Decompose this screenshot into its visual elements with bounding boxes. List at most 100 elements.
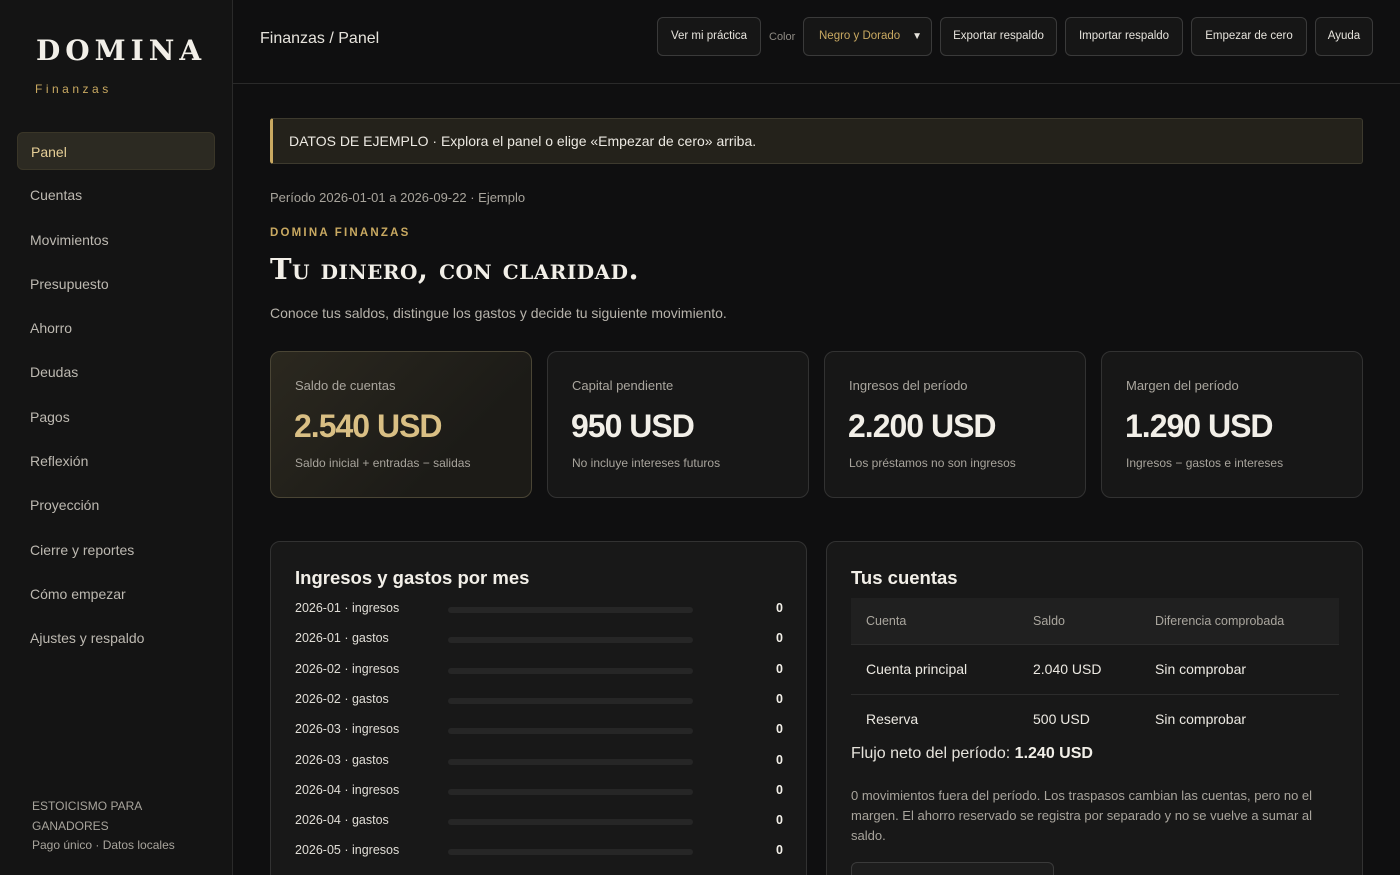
sidebar-item-reflexion[interactable]: Reflexión [17,442,215,480]
monthly-row-label: 2026-04 · gastos [295,813,389,828]
monthly-row-track [448,697,693,704]
brand-logo: DOMINA [36,34,207,67]
cell-status: Sin comprobar [1140,693,1339,744]
monthly-row-label: 2026-03 · ingresos [295,722,400,737]
monthly-row-track [448,849,693,856]
cell-balance: 500 USD [1018,693,1140,744]
monthly-row-track [448,637,693,644]
col-header-saldo: Saldo [1018,598,1140,644]
color-select[interactable]: Negro y Dorado ▼ [803,17,932,56]
accounts-panel: Tus cuentas Cuenta Saldo Diferencia comp… [826,541,1363,875]
cell-status: Sin comprobar [1140,643,1339,694]
monthly-row-track [448,667,693,674]
monthly-row: 2026-01 · ingresos 0 [295,599,783,619]
brand-subtitle: Finanzas [35,82,112,96]
breadcrumb: Finanzas / Panel [260,30,380,47]
monthly-row-value: 0 [776,722,783,737]
stat-label: Saldo de cuentas [295,378,396,393]
monthly-row-track [448,728,693,735]
stat-hint: Ingresos − gastos e intereses [1126,456,1284,470]
sidebar-item-cuentas[interactable]: Cuentas [17,176,215,214]
monthly-row: 2026-03 · ingresos 0 [295,720,783,740]
stat-label: Capital pendiente [572,378,674,393]
sidebar-item-como-empezar[interactable]: Cómo empezar [17,575,215,613]
table-header-row: Cuenta Saldo Diferencia comprobada [851,598,1339,644]
accounts-title: Tus cuentas [851,567,958,588]
period-text: Período 2026-01-01 a 2026-09-22 · Ejempl… [270,190,526,205]
sidebar-item-proyeccion[interactable]: Proyección [17,486,215,524]
reset-button[interactable]: Empezar de cero [1191,17,1307,56]
sidebar-item-deudas[interactable]: Deudas [17,353,215,391]
export-button[interactable]: Exportar respaldo [940,17,1057,56]
sidebar-item-presupuesto[interactable]: Presupuesto [17,265,215,303]
stat-value: 1.290 USD [1125,408,1274,444]
monthly-row: 2026-05 · ingresos 0 [295,841,783,861]
stat-label: Ingresos del período [849,378,968,393]
monthly-row-track [448,788,693,795]
monthly-row-value: 0 [776,691,783,706]
monthly-row: 2026-03 · gastos 0 [295,751,783,771]
monthly-row: 2026-02 · gastos 0 [295,690,783,710]
monthly-row: 2026-02 · ingresos 0 [295,660,783,680]
color-label: Color [769,31,796,43]
monthly-row-label: 2026-04 · ingresos [295,782,400,797]
col-header-diferencia: Diferencia comprobada [1140,598,1339,644]
topbar: Finanzas / Panel Ver mi práctica Color N… [233,0,1400,84]
net-flow-value: 1.240 USD [1014,745,1093,762]
monthly-row-track [448,758,693,765]
footer-tagline-2: GANADORES [32,818,109,833]
footer-license: Pago único · Datos locales [32,838,175,852]
stat-hint: No incluye intereses futuros [572,456,721,470]
monthly-panel: Ingresos y gastos por mes 2026-01 · ingr… [270,541,807,875]
sidebar-footer: ESTOICISMO PARA GANADORES Pago único · D… [32,797,212,856]
page-lead: Conoce tus saldos, distingue los gastos … [270,305,727,321]
monthly-row-value: 0 [776,601,783,615]
stat-label: Margen del período [1126,378,1239,393]
monthly-row-label: 2026-02 · gastos [295,691,389,706]
monthly-row: 2026-04 · gastos 0 [295,811,783,831]
monthly-row-track [448,819,693,826]
stat-value: 2.200 USD [848,408,997,444]
monthly-row-value: 0 [776,752,783,767]
sidebar-item-panel[interactable]: Panel [17,132,215,170]
page-title: Tu dinero, con claridad. [270,252,640,286]
net-flow: Flujo neto del período: 1.240 USD [851,745,1093,763]
stat-card-capital: Capital pendiente 950 USD No incluye int… [547,351,809,498]
monthly-row-track [448,607,693,613]
monthly-row: 2026-01 · gastos 0 [295,629,783,649]
monthly-row-label: 2026-03 · gastos [295,752,389,767]
import-button[interactable]: Importar respaldo [1065,17,1183,56]
eyebrow: DOMINA FINANZAS [270,227,411,239]
sidebar-item-cierre[interactable]: Cierre y reportes [17,531,215,569]
monthly-row-value: 0 [776,843,783,858]
net-flow-label: Flujo neto del período: [851,745,1011,762]
stat-hint: Saldo inicial + entradas − salidas [295,456,471,470]
table-row[interactable]: Cuenta principal 2.040 USD Sin comprobar [851,643,1339,694]
monthly-title: Ingresos y gastos por mes [295,567,530,588]
accounts-note: 0 movimientos fuera del período. Los tra… [851,788,1313,843]
accounts-table: Cuenta Saldo Diferencia comprobada Cuent… [851,598,1339,744]
monthly-row-value: 0 [776,631,783,646]
monthly-row-label: 2026-01 · ingresos [295,601,400,615]
stat-card-margen: Margen del período 1.290 USD Ingresos − … [1101,351,1363,498]
stat-value: 2.540 USD [294,408,443,444]
sidebar-nav: Panel Cuentas Movimientos Presupuesto Ah… [17,132,215,664]
monthly-row-label: 2026-01 · gastos [295,631,389,646]
monthly-row-label: 2026-02 · ingresos [295,661,400,676]
sidebar-item-pagos[interactable]: Pagos [17,398,215,436]
accounts-action-button[interactable] [851,862,1054,875]
sidebar: DOMINA Finanzas Panel Cuentas Movimiento… [0,0,233,875]
footer-tagline-1: ESTOICISMO PARA [32,799,143,813]
help-button[interactable]: Ayuda [1315,17,1373,56]
cell-balance: 2.040 USD [1018,643,1140,694]
color-select-value: Negro y Dorado [819,30,901,42]
cell-account: Reserva [851,693,1018,744]
monthly-row-label: 2026-05 · ingresos [295,843,400,858]
stat-hint: Los préstamos no son ingresos [849,456,1016,470]
sidebar-item-ajustes[interactable]: Ajustes y respaldo [17,619,215,657]
sidebar-item-movimientos[interactable]: Movimientos [17,221,215,259]
practice-button[interactable]: Ver mi práctica [657,17,761,56]
sidebar-item-ahorro[interactable]: Ahorro [17,309,215,347]
cell-account: Cuenta principal [851,643,1018,694]
table-row[interactable]: Reserva 500 USD Sin comprobar [851,693,1339,744]
